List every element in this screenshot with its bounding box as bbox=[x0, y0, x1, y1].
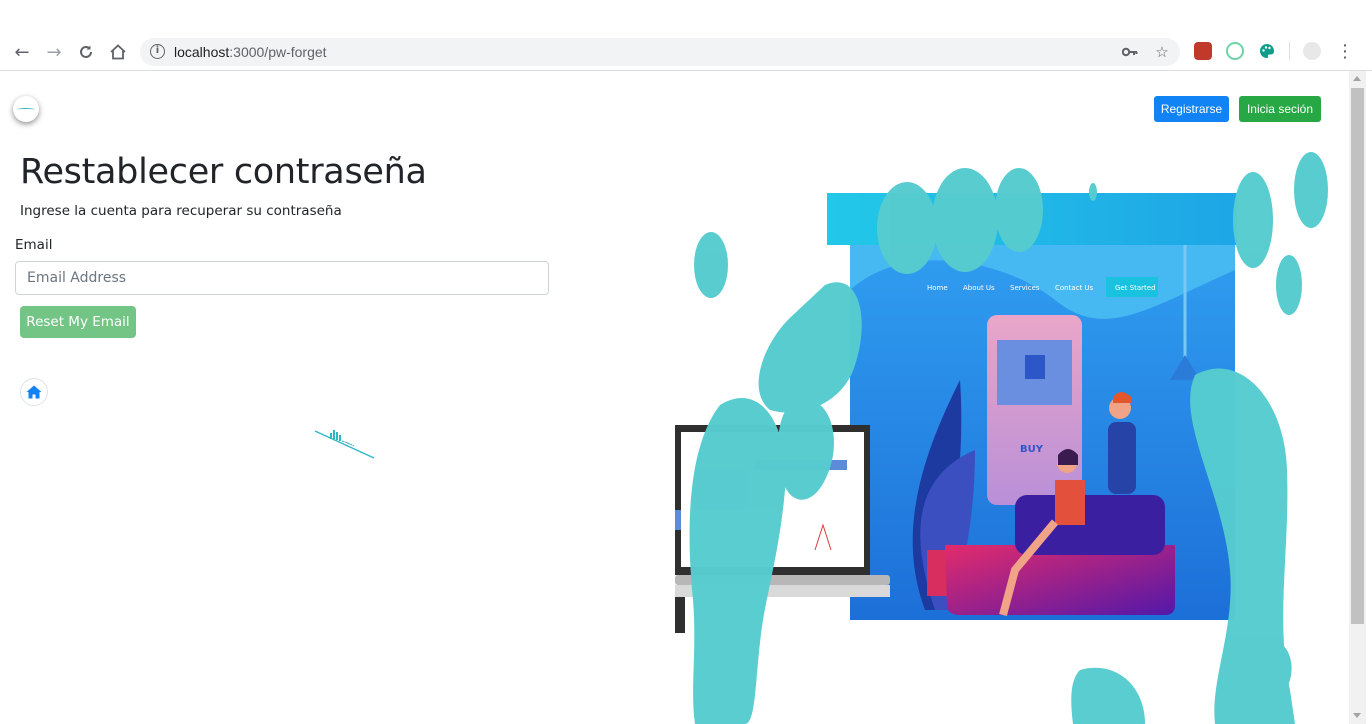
scroll-up-icon[interactable] bbox=[1353, 76, 1361, 81]
more-vertical-icon[interactable]: ⋮ bbox=[1336, 40, 1354, 64]
mock-nav-services: Services bbox=[1010, 284, 1040, 292]
site-logo[interactable] bbox=[13, 96, 39, 122]
wave-loader-icon bbox=[314, 430, 375, 459]
email-input[interactable] bbox=[15, 261, 549, 295]
profile-avatar[interactable] bbox=[1303, 42, 1321, 60]
mock-buy-label: BUY bbox=[1020, 444, 1044, 455]
mock-nav-about: About Us bbox=[963, 284, 995, 292]
mock-nav-contact: Contact Us bbox=[1055, 284, 1094, 292]
email-label: Email bbox=[15, 237, 53, 253]
reset-email-button[interactable]: Reset My Email bbox=[20, 306, 136, 338]
address-bar[interactable]: i localhost:3000/pw-forget ☆ bbox=[140, 38, 1180, 66]
key-icon[interactable] bbox=[1120, 42, 1140, 62]
login-button[interactable]: Inicia seción bbox=[1239, 96, 1321, 122]
browser-toolbar: ← → i localhost:3000/pw-forget ☆ ⋮ bbox=[0, 0, 1372, 71]
page-title: Restablecer contraseña bbox=[20, 152, 427, 192]
register-button[interactable]: Registrarse bbox=[1154, 96, 1229, 122]
home-button[interactable] bbox=[20, 378, 48, 406]
wave-icon bbox=[17, 108, 35, 111]
extension-icon-2[interactable] bbox=[1226, 42, 1244, 60]
scroll-thumb[interactable] bbox=[1351, 88, 1364, 624]
palette-icon[interactable] bbox=[1258, 42, 1276, 60]
home-icon[interactable] bbox=[106, 40, 130, 64]
forward-icon[interactable]: → bbox=[42, 40, 66, 64]
site-info-icon[interactable]: i bbox=[150, 44, 165, 59]
mock-cta: Get Started bbox=[1115, 284, 1156, 292]
scroll-down-icon[interactable] bbox=[1353, 713, 1361, 718]
star-icon[interactable]: ☆ bbox=[1152, 42, 1172, 62]
reload-icon[interactable] bbox=[74, 40, 98, 64]
url-text[interactable]: localhost:3000/pw-forget bbox=[174, 44, 327, 60]
page-subtitle: Ingrese la cuenta para recuperar su cont… bbox=[20, 203, 342, 219]
mock-nav-home: Home bbox=[927, 284, 948, 292]
extension-icon-1[interactable] bbox=[1194, 42, 1212, 60]
house-icon bbox=[26, 385, 42, 399]
hero-illustration: Home About Us Services Contact Us Get St… bbox=[675, 150, 1330, 724]
toolbar-separator bbox=[1289, 42, 1290, 60]
back-icon[interactable]: ← bbox=[10, 40, 34, 64]
